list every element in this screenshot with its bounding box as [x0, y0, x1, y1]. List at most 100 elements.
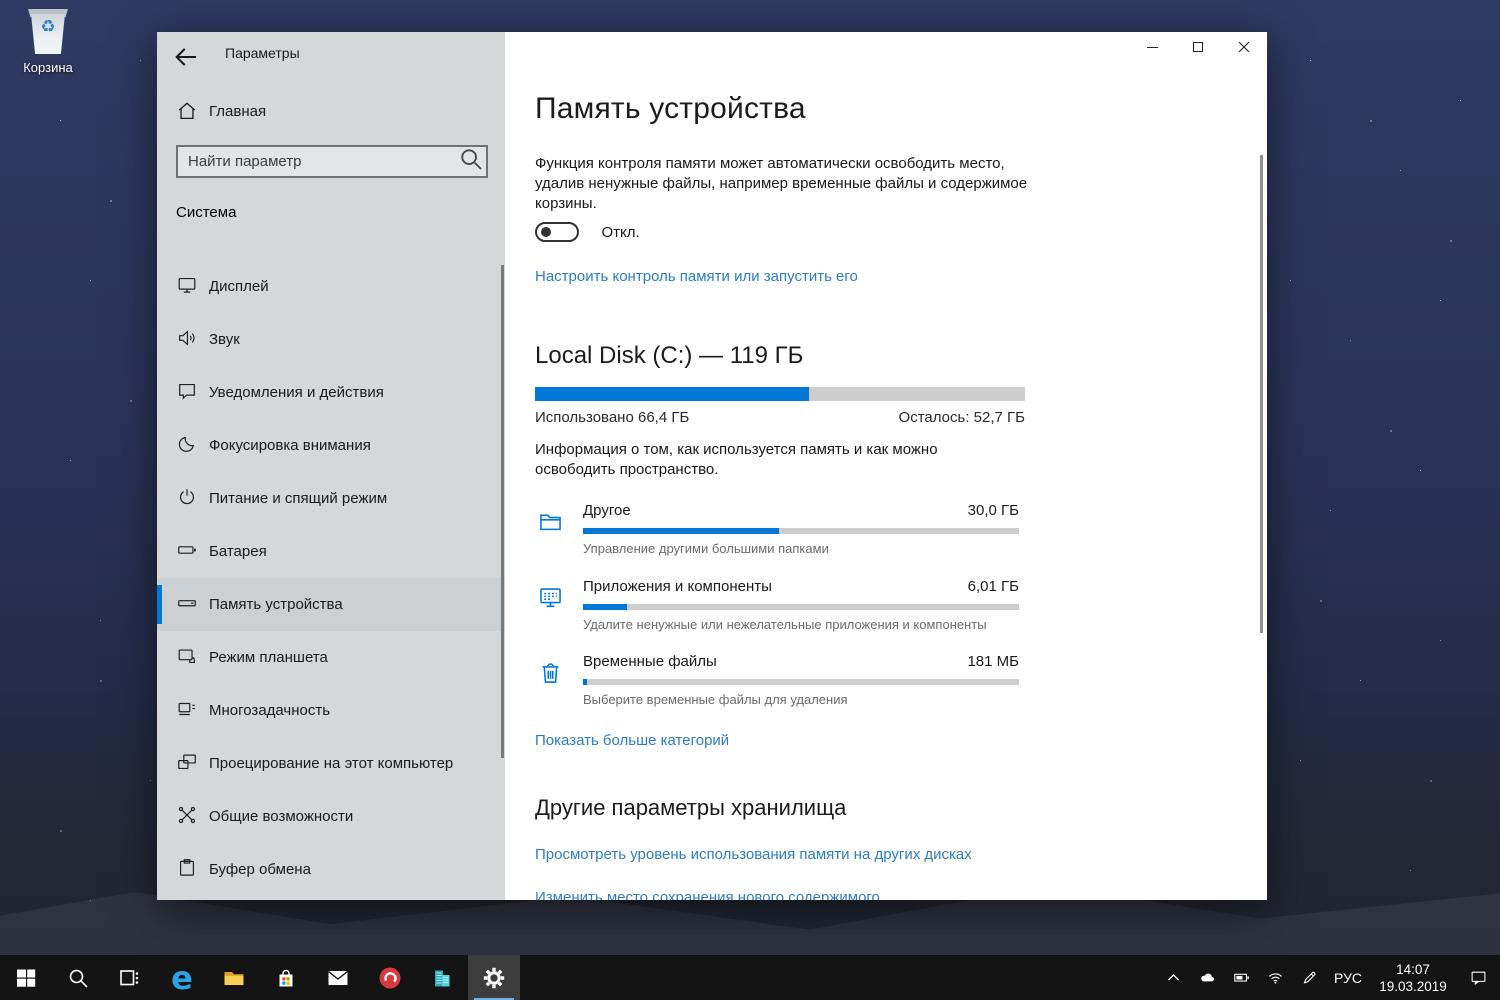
teal-cubes-app-button[interactable]	[416, 955, 468, 1000]
network-tray-button[interactable]	[1258, 955, 1292, 1000]
battery-tray-icon	[1233, 973, 1249, 982]
disk-heading: Local Disk (C:) — 119 ГБ	[535, 342, 804, 369]
chevron-up-icon	[1167, 973, 1179, 981]
store-button[interactable]	[260, 955, 312, 1000]
apps-monitor-icon	[537, 584, 564, 616]
start-button[interactable]	[0, 955, 52, 1000]
other-storage-heading: Другие параметры хранилища	[535, 795, 847, 820]
wifi-icon	[1268, 973, 1282, 984]
sound-icon	[176, 327, 198, 349]
pen-icon	[1303, 971, 1315, 984]
category-label: Другое	[583, 502, 631, 519]
maximize-button[interactable]	[1175, 32, 1221, 62]
home-icon	[176, 100, 198, 122]
sidebar-item-home[interactable]: Главная	[157, 93, 505, 131]
task-view-button[interactable]	[104, 955, 156, 1000]
category-subtext: Выберите временные файлы для удаления	[583, 692, 848, 707]
sidebar-scrollbar[interactable]	[501, 265, 504, 758]
storage-sense-toggle[interactable]	[535, 222, 579, 242]
window-title: Параметры	[225, 45, 300, 61]
file-explorer-icon	[224, 971, 244, 985]
settings-window: Параметры Главная Система Дисплей	[157, 32, 1267, 900]
storage-sense-description: Функция контроля памяти может автоматиче…	[535, 155, 1028, 212]
recycle-bin-desktop-icon[interactable]: ♻ Корзина	[12, 6, 84, 75]
sidebar-item-power-sleep[interactable]: Питание и спящий режим	[157, 472, 505, 525]
sidebar-item-focus-assist[interactable]: Фокусировка внимания	[157, 419, 505, 472]
recycle-bin-icon: ♻	[24, 6, 72, 58]
storage-drive-icon	[176, 592, 198, 614]
category-label: Временные файлы	[583, 653, 717, 670]
sidebar-nav: Дисплей Звук Уведомления и действия Фоку…	[157, 260, 505, 896]
sidebar-item-sound[interactable]: Звук	[157, 313, 505, 366]
clock-date: 19.03.2019	[1379, 978, 1447, 994]
change-save-location-link[interactable]: Изменить место сохранения нового содержи…	[535, 889, 880, 900]
category-row-temp-files[interactable]: Временные файлы 181 МБ Выберите временны…	[535, 653, 1019, 709]
sidebar-item-shared-experiences[interactable]: Общие возможности	[157, 790, 505, 843]
folder-icon	[537, 508, 564, 540]
task-view-icon	[120, 969, 139, 985]
notifications-icon	[176, 380, 198, 402]
action-center-button[interactable]	[1456, 955, 1500, 1000]
settings-sidebar: Параметры Главная Система Дисплей	[157, 32, 505, 900]
display-icon	[176, 274, 198, 296]
category-bar	[583, 528, 1019, 534]
recycle-bin-label: Корзина	[23, 60, 73, 75]
clock[interactable]: 14:07 19.03.2019	[1370, 961, 1456, 995]
category-subtext: Удалите ненужные или нежелательные прило…	[583, 617, 987, 632]
onedrive-tray-button[interactable]	[1190, 955, 1224, 1000]
red-circle-app-button[interactable]	[364, 955, 416, 1000]
settings-taskbar-button[interactable]	[468, 955, 520, 1000]
sidebar-item-projecting[interactable]: Проецирование на этот компьютер	[157, 737, 505, 790]
disk-usage-bar	[535, 387, 1025, 401]
category-row-apps[interactable]: Приложения и компоненты 6,01 ГБ Удалите …	[535, 578, 1019, 634]
content-scrollbar[interactable]	[1260, 155, 1263, 633]
toggle-state-label: Откл.	[601, 223, 640, 241]
minimize-button[interactable]	[1129, 32, 1175, 62]
configure-storage-sense-link[interactable]: Настроить контроль памяти или запустить …	[535, 268, 858, 285]
shared-experiences-icon	[176, 804, 198, 826]
file-explorer-button[interactable]	[208, 955, 260, 1000]
category-subtext: Управление другими большими папками	[583, 541, 829, 556]
battery-icon	[176, 539, 198, 561]
page-title: Память устройства	[535, 92, 806, 125]
battery-tray-button[interactable]	[1224, 955, 1258, 1000]
search-input[interactable]	[178, 153, 456, 170]
show-more-categories-link[interactable]: Показать больше категорий	[535, 732, 729, 749]
sidebar-item-storage[interactable]: Память устройства	[157, 578, 505, 631]
edge-button[interactable]	[156, 955, 208, 1000]
taskbar-search-button[interactable]	[52, 955, 104, 1000]
store-icon	[279, 969, 293, 986]
sidebar-home-label: Главная	[209, 103, 267, 120]
mail-icon	[328, 970, 348, 985]
desktop: ♻ Корзина Параметры Главная Найти параме…	[0, 0, 1500, 1000]
windows-ink-tray-button[interactable]	[1292, 955, 1326, 1000]
settings-content: Память устройства Функция контроля памят…	[505, 32, 1267, 900]
close-button[interactable]	[1221, 32, 1267, 62]
sidebar-item-battery[interactable]: Батарея	[157, 525, 505, 578]
clock-time: 14:07	[1396, 961, 1430, 977]
multitasking-icon	[176, 698, 198, 720]
sidebar-item-clipboard[interactable]: Буфер обмена	[157, 843, 505, 896]
sidebar-section-label: Система	[176, 204, 237, 221]
disk-usage-fill	[535, 387, 810, 401]
search-icon[interactable]	[456, 144, 486, 179]
sidebar-item-tablet-mode[interactable]: Режим планшета	[157, 631, 505, 684]
category-row-other[interactable]: Другое 30,0 ГБ Управление другими больши…	[535, 502, 1019, 558]
edge-icon	[171, 962, 193, 994]
projecting-icon	[176, 751, 198, 773]
category-value: 6,01 ГБ	[967, 578, 1019, 595]
show-hidden-icons-button[interactable]	[1156, 955, 1190, 1000]
search-icon	[69, 969, 88, 988]
sidebar-item-display[interactable]: Дисплей	[157, 260, 505, 313]
usage-info-text: Информация о том, как используется памят…	[535, 441, 938, 478]
sidebar-item-multitasking[interactable]: Многозадачность	[157, 684, 505, 737]
disk-free-label: Осталось: 52,7 ГБ	[898, 409, 1025, 426]
mail-button[interactable]	[312, 955, 364, 1000]
sidebar-item-notifications[interactable]: Уведомления и действия	[157, 366, 505, 419]
language-indicator[interactable]: РУС	[1326, 970, 1370, 986]
view-other-drives-link[interactable]: Просмотреть уровень использования памяти…	[535, 846, 972, 863]
back-button[interactable]	[171, 42, 201, 68]
action-center-icon	[1471, 971, 1485, 985]
category-bar	[583, 604, 1019, 610]
search-box[interactable]	[176, 145, 488, 178]
